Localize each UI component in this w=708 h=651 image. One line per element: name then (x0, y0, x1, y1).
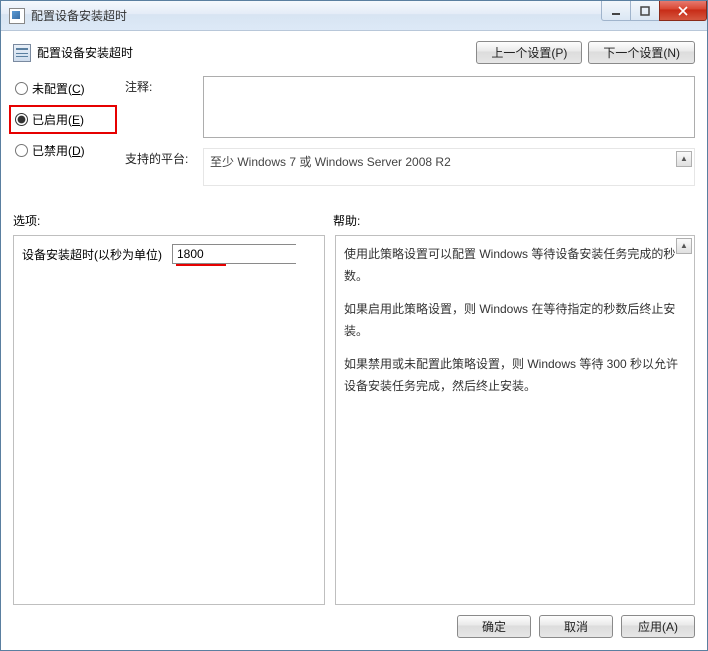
radio-enabled-input[interactable] (15, 113, 28, 126)
help-scroll-up[interactable]: ▲ (676, 238, 692, 254)
config-row: 未配置(C) 已启用(E) 已禁用(D) 注释: 支持的平台: (13, 76, 695, 186)
dialog-footer: 确定 取消 应用(A) (13, 605, 695, 638)
timeout-option-row: 设备安装超时(以秒为单位) ▲ ▼ (22, 244, 316, 264)
prev-setting-button[interactable]: 上一个设置(P) (476, 41, 582, 64)
state-radio-group: 未配置(C) 已启用(E) 已禁用(D) (13, 76, 113, 186)
platform-text: 至少 Windows 7 或 Windows Server 2008 R2 (210, 155, 451, 169)
help-panel: ▲ 使用此策略设置可以配置 Windows 等待设备安装任务完成的秒数。 如果启… (335, 235, 695, 605)
nav-buttons: 上一个设置(P) 下一个设置(N) (476, 41, 695, 64)
window-controls (602, 1, 707, 21)
panels: 设备安装超时(以秒为单位) ▲ ▼ ▲ 使用此策略设置可以配置 Windows … (13, 235, 695, 605)
minimize-button[interactable] (601, 1, 631, 21)
radio-enabled[interactable]: 已启用(E) (13, 109, 113, 130)
page-heading: 配置设备安装超时 (13, 44, 133, 62)
apply-button[interactable]: 应用(A) (621, 615, 695, 638)
platform-scroll: ▲ (676, 151, 692, 167)
cancel-button[interactable]: 取消 (539, 615, 613, 638)
help-scroll: ▲ (676, 238, 692, 254)
radio-not-configured-input[interactable] (15, 82, 28, 95)
section-labels: 选项: 帮助: (13, 212, 695, 229)
maximize-button[interactable] (630, 1, 660, 21)
radio-disabled[interactable]: 已禁用(D) (13, 140, 113, 161)
options-panel: 设备安装超时(以秒为单位) ▲ ▼ (13, 235, 325, 605)
minimize-icon (611, 6, 621, 16)
right-column: 注释: 支持的平台: 至少 Windows 7 或 Windows Server… (125, 76, 695, 186)
platform-row: 支持的平台: 至少 Windows 7 或 Windows Server 200… (125, 148, 695, 186)
header-row: 配置设备安装超时 上一个设置(P) 下一个设置(N) (13, 41, 695, 64)
comment-label: 注释: (125, 76, 197, 138)
window-title: 配置设备安装超时 (31, 7, 127, 24)
radio-not-configured-label: 未配置(C) (32, 80, 85, 97)
dialog-content: 配置设备安装超时 上一个设置(P) 下一个设置(N) 未配置(C) 已启用(E) (1, 31, 707, 650)
timeout-label: 设备安装超时(以秒为单位) (22, 246, 162, 263)
radio-disabled-label: 已禁用(D) (32, 142, 85, 159)
help-paragraph-2: 如果启用此策略设置，则 Windows 在等待指定的秒数后终止安装。 (344, 299, 686, 342)
close-button[interactable] (659, 1, 707, 21)
timeout-spinner[interactable]: ▲ ▼ (172, 244, 296, 264)
radio-not-configured[interactable]: 未配置(C) (13, 78, 113, 99)
heading-text: 配置设备安装超时 (37, 44, 133, 61)
dialog-window: 配置设备安装超时 配置设备安装超时 上一个设置(P) 下一个设置(N) (0, 0, 708, 651)
help-paragraph-1: 使用此策略设置可以配置 Windows 等待设备安装任务完成的秒数。 (344, 244, 686, 287)
radio-enabled-label: 已启用(E) (32, 111, 84, 128)
platform-label: 支持的平台: (125, 148, 197, 186)
platform-scroll-up[interactable]: ▲ (676, 151, 692, 167)
comment-row: 注释: (125, 76, 695, 138)
options-label: 选项: (13, 212, 333, 229)
maximize-icon (640, 6, 650, 16)
help-paragraph-3: 如果禁用或未配置此策略设置，则 Windows 等待 300 秒以允许设备安装任… (344, 354, 686, 397)
titlebar[interactable]: 配置设备安装超时 (1, 1, 707, 31)
platform-box: 至少 Windows 7 或 Windows Server 2008 R2 ▲ (203, 148, 695, 186)
policy-icon (13, 44, 31, 62)
comment-textarea[interactable] (203, 76, 695, 138)
radio-disabled-input[interactable] (15, 144, 28, 157)
ok-button[interactable]: 确定 (457, 615, 531, 638)
timeout-input[interactable] (173, 245, 325, 263)
next-setting-button[interactable]: 下一个设置(N) (588, 41, 695, 64)
help-label: 帮助: (333, 212, 695, 229)
close-icon (678, 6, 688, 16)
app-icon (9, 8, 25, 24)
